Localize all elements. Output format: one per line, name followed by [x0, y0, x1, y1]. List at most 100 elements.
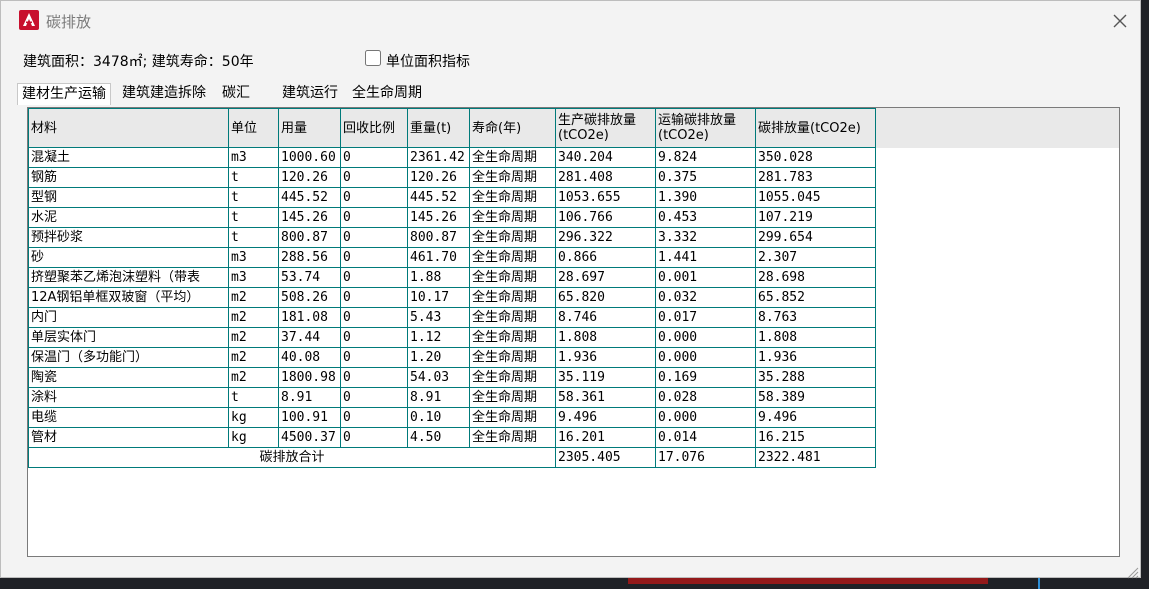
- cell-quantity: 288.56: [278, 247, 341, 268]
- cell-production-emission: 0.866: [555, 247, 656, 268]
- materials-table-panel: 材料 单位 用量 回收比例 重量(t) 寿命(年) 生产碳排放量(tCO2e) …: [27, 107, 1120, 557]
- cell-unit: t: [228, 187, 279, 208]
- table-row[interactable]: 电缆 kg 100.91 0 0.10 全生命周期 9.496 0.000 9.496: [28, 407, 876, 428]
- cell-total-emission: 350.028: [755, 147, 876, 168]
- cell-weight: 120.26: [407, 167, 470, 188]
- total-transport: 17.076: [655, 447, 756, 468]
- cell-transport-emission: 0.169: [655, 367, 756, 388]
- total-label: 碳排放合计: [28, 447, 556, 468]
- cell-lifetime: 全生命周期: [469, 207, 556, 228]
- cell-quantity: 1800.98: [278, 367, 341, 388]
- cell-unit: t: [228, 207, 279, 228]
- cell-total-emission: 1.808: [755, 327, 876, 348]
- resize-grip-icon[interactable]: [1125, 565, 1139, 579]
- tab-carbon-sink[interactable]: 碳汇: [218, 83, 254, 103]
- total-production: 2305.405: [555, 447, 656, 468]
- table-row[interactable]: 砂 m3 288.56 0 461.70 全生命周期 0.866 1.441 2.307: [28, 247, 876, 268]
- cell-production-emission: 1.808: [555, 327, 656, 348]
- tab-building-operation[interactable]: 建筑运行: [278, 83, 342, 103]
- cell-lifetime: 全生命周期: [469, 427, 556, 448]
- cell-material: 预拌砂浆: [28, 227, 229, 248]
- cell-recycle-ratio: 0: [340, 427, 408, 448]
- cell-total-emission: 16.215: [755, 427, 876, 448]
- cell-production-emission: 9.496: [555, 407, 656, 428]
- cell-lifetime: 全生命周期: [469, 147, 556, 168]
- table-row[interactable]: 钢筋 t 120.26 0 120.26 全生命周期 281.408 0.375 281.783: [28, 167, 876, 188]
- tab-construction-demolition[interactable]: 建筑建造拆除: [118, 83, 210, 103]
- cell-material: 型钢: [28, 187, 229, 208]
- col-header-material[interactable]: 材料: [28, 108, 229, 148]
- table-row[interactable]: 混凝土 m3 1000.60 0 2361.42 全生命周期 340.204 9.824 350…: [28, 147, 876, 168]
- col-header-transport-emission[interactable]: 运输碳排放量(tCO2e): [655, 108, 756, 148]
- cell-transport-emission: 0.017: [655, 307, 756, 328]
- table-row[interactable]: 预拌砂浆 t 800.87 0 800.87 全生命周期 296.322 3.332 299.6…: [28, 227, 876, 248]
- cell-quantity: 100.91: [278, 407, 341, 428]
- close-icon[interactable]: [1109, 10, 1131, 32]
- cell-total-emission: 2.307: [755, 247, 876, 268]
- cell-lifetime: 全生命周期: [469, 367, 556, 388]
- table-row[interactable]: 单层实体门 m2 37.44 0 1.12 全生命周期 1.808 0.000 1.808: [28, 327, 876, 348]
- cell-quantity: 508.26: [278, 287, 341, 308]
- cell-quantity: 120.26: [278, 167, 341, 188]
- cell-recycle-ratio: 0: [340, 227, 408, 248]
- col-header-production-emission[interactable]: 生产碳排放量(tCO2e): [555, 108, 656, 148]
- cell-unit: t: [228, 227, 279, 248]
- background-drawing: [628, 578, 988, 584]
- cell-quantity: 800.87: [278, 227, 341, 248]
- cell-transport-emission: 0.453: [655, 207, 756, 228]
- cell-production-emission: 58.361: [555, 387, 656, 408]
- table-row[interactable]: 保温门（多功能门） m2 40.08 0 1.20 全生命周期 1.936 0.000 1.93…: [28, 347, 876, 368]
- tab-full-lifecycle[interactable]: 全生命周期: [348, 83, 426, 103]
- cell-lifetime: 全生命周期: [469, 407, 556, 428]
- table-header-row: 材料 单位 用量 回收比例 重量(t) 寿命(年) 生产碳排放量(tCO2e) …: [28, 108, 876, 148]
- unit-area-label: 单位面积指标: [386, 54, 470, 70]
- col-header-total-emission[interactable]: 碳排放量(tCO2e): [755, 108, 876, 148]
- cell-unit: m2: [228, 307, 279, 328]
- cell-material: 水泥: [28, 207, 229, 228]
- cell-production-emission: 340.204: [555, 147, 656, 168]
- cell-transport-emission: 0.000: [655, 327, 756, 348]
- autocad-icon: [19, 10, 39, 30]
- cell-material: 挤塑聚苯乙烯泡沫塑料（带表: [28, 267, 229, 288]
- cell-lifetime: 全生命周期: [469, 307, 556, 328]
- cell-lifetime: 全生命周期: [469, 247, 556, 268]
- cell-quantity: 53.74: [278, 267, 341, 288]
- cell-weight: 10.17: [407, 287, 470, 308]
- cell-weight: 2361.42: [407, 147, 470, 168]
- table-row[interactable]: 涂料 t 8.91 0 8.91 全生命周期 58.361 0.028 58.389: [28, 387, 876, 408]
- tab-material-production[interactable]: 建材生产运输: [17, 83, 111, 105]
- cell-total-emission: 58.389: [755, 387, 876, 408]
- table-row[interactable]: 12A钢铝单框双玻窗（平均） m2 508.26 0 10.17 全生命周期 65.820 0…: [28, 287, 876, 308]
- cell-production-emission: 281.408: [555, 167, 656, 188]
- table-row[interactable]: 挤塑聚苯乙烯泡沫塑料（带表 m3 53.74 0 1.88 全生命周期 28.697 0.00…: [28, 267, 876, 288]
- table-row[interactable]: 管材 kg 4500.37 0 4.50 全生命周期 16.201 0.014 16.215: [28, 427, 876, 448]
- cell-unit: m2: [228, 367, 279, 388]
- unit-area-checkbox[interactable]: [365, 50, 381, 66]
- cell-lifetime: 全生命周期: [469, 267, 556, 288]
- cell-transport-emission: 3.332: [655, 227, 756, 248]
- cell-material: 混凝土: [28, 147, 229, 168]
- cell-recycle-ratio: 0: [340, 347, 408, 368]
- cell-production-emission: 106.766: [555, 207, 656, 228]
- cell-production-emission: 1053.655: [555, 187, 656, 208]
- cell-total-emission: 35.288: [755, 367, 876, 388]
- table-row[interactable]: 水泥 t 145.26 0 145.26 全生命周期 106.766 0.453 107.219: [28, 207, 876, 228]
- cell-material: 电缆: [28, 407, 229, 428]
- col-header-weight[interactable]: 重量(t): [407, 108, 470, 148]
- cell-quantity: 8.91: [278, 387, 341, 408]
- col-header-unit[interactable]: 单位: [228, 108, 279, 148]
- table-row[interactable]: 内门 m2 181.08 0 5.43 全生命周期 8.746 0.017 8.763: [28, 307, 876, 328]
- cell-weight: 445.52: [407, 187, 470, 208]
- cell-transport-emission: 0.032: [655, 287, 756, 308]
- cell-total-emission: 8.763: [755, 307, 876, 328]
- cell-quantity: 145.26: [278, 207, 341, 228]
- cell-total-emission: 107.219: [755, 207, 876, 228]
- cell-lifetime: 全生命周期: [469, 387, 556, 408]
- col-header-lifetime[interactable]: 寿命(年): [469, 108, 556, 148]
- table-row[interactable]: 型钢 t 445.52 0 445.52 全生命周期 1053.655 1.390 1055.0…: [28, 187, 876, 208]
- table-row[interactable]: 陶瓷 m2 1800.98 0 54.03 全生命周期 35.119 0.169 35.288: [28, 367, 876, 388]
- cell-unit: kg: [228, 407, 279, 428]
- col-header-recycle-ratio[interactable]: 回收比例: [340, 108, 408, 148]
- col-header-quantity[interactable]: 用量: [278, 108, 341, 148]
- cell-recycle-ratio: 0: [340, 247, 408, 268]
